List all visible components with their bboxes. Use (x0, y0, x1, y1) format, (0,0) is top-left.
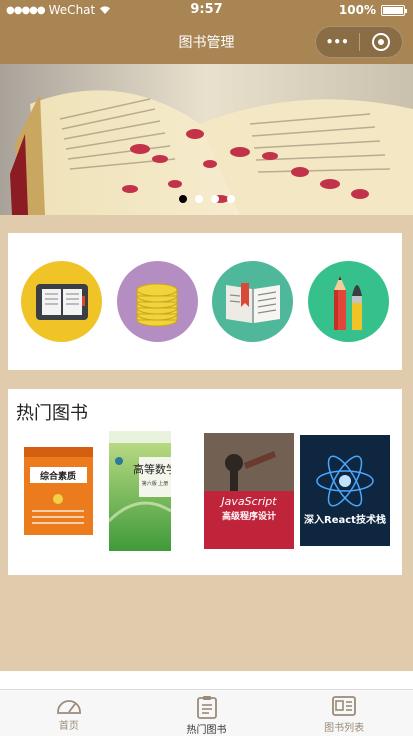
book-list-icon (332, 696, 357, 716)
book-cover-2[interactable]: 高等数学 第六版 上册 (109, 431, 171, 551)
book-cover-image-2: 高等数学 第六版 上册 (109, 431, 171, 551)
book-cover-image-4: 深入React技术栈 (300, 435, 390, 546)
tab-hot-books[interactable]: 热门图书 (138, 690, 276, 736)
indicator-dot-4[interactable] (226, 195, 235, 203)
top-bar: ●●●●● WeChat 9:57 100% 图书管理 ••• (0, 0, 413, 64)
hot-books-title: 热门图书 (16, 403, 88, 424)
coins-icon (136, 283, 178, 326)
category-bookmark-book[interactable] (212, 261, 294, 342)
banner-open-book-image (0, 64, 413, 215)
bookmark-book-icon (225, 282, 280, 323)
tablet-book-icon (35, 283, 88, 320)
category-pencil-brush[interactable] (307, 261, 389, 342)
close-button[interactable] (359, 33, 402, 51)
clipboard-icon (196, 696, 217, 719)
indicator-dot-1[interactable] (178, 195, 187, 203)
book-cover-1[interactable]: 综合素质 (22, 445, 95, 537)
battery-label: 100% (338, 3, 376, 17)
home-icon (56, 700, 81, 714)
more-button[interactable]: ••• (316, 35, 359, 49)
book-subtitle-3: 高级程序设计 (222, 510, 276, 522)
book-title-2: 高等数学 (133, 462, 171, 476)
banner-carousel[interactable] (0, 64, 413, 215)
category-coins[interactable] (116, 261, 198, 342)
close-circle-icon (371, 33, 390, 51)
book-title-1: 综合素质 (40, 470, 76, 482)
indicator-dot-2[interactable] (194, 195, 203, 203)
book-title-3: JavaScript (219, 495, 277, 508)
tab-hot-books-label: 热门图书 (186, 725, 227, 736)
status-right: 100% (338, 3, 407, 17)
book-cover-image-3: JavaScript 高级程序设计 (204, 433, 294, 549)
content-bottom-strip (0, 671, 413, 689)
book-cover-3[interactable]: JavaScript 高级程序设计 (204, 433, 294, 549)
battery-icon (381, 4, 407, 16)
category-panel (8, 233, 402, 370)
hot-books-section: 热门图书 综合素质 高等数 第六版 上册 JavaScript 高级程序设计 深… (8, 389, 402, 575)
book-cover-4[interactable]: 深入React技术栈 (300, 435, 390, 546)
tab-book-list-label: 图书列表 (324, 723, 365, 734)
book-title-4: 深入React技术栈 (304, 513, 386, 526)
indicator-dot-3[interactable] (210, 195, 219, 203)
book-cover-image-1: 综合素质 (22, 445, 95, 537)
tab-bar: 首页 热门图书 图书列表 (0, 689, 413, 736)
carousel-indicators (0, 195, 413, 203)
tab-home[interactable]: 首页 (0, 690, 138, 736)
category-tablet-book[interactable] (21, 261, 103, 342)
book-subtitle-2: 第六版 上册 (142, 480, 169, 487)
tab-home-label: 首页 (58, 721, 79, 732)
tab-book-list[interactable]: 图书列表 (275, 690, 413, 736)
status-bar: ●●●●● WeChat 9:57 100% (0, 0, 413, 20)
mini-program-capsule: ••• (315, 26, 403, 58)
pencil-brush-icon (334, 275, 363, 330)
